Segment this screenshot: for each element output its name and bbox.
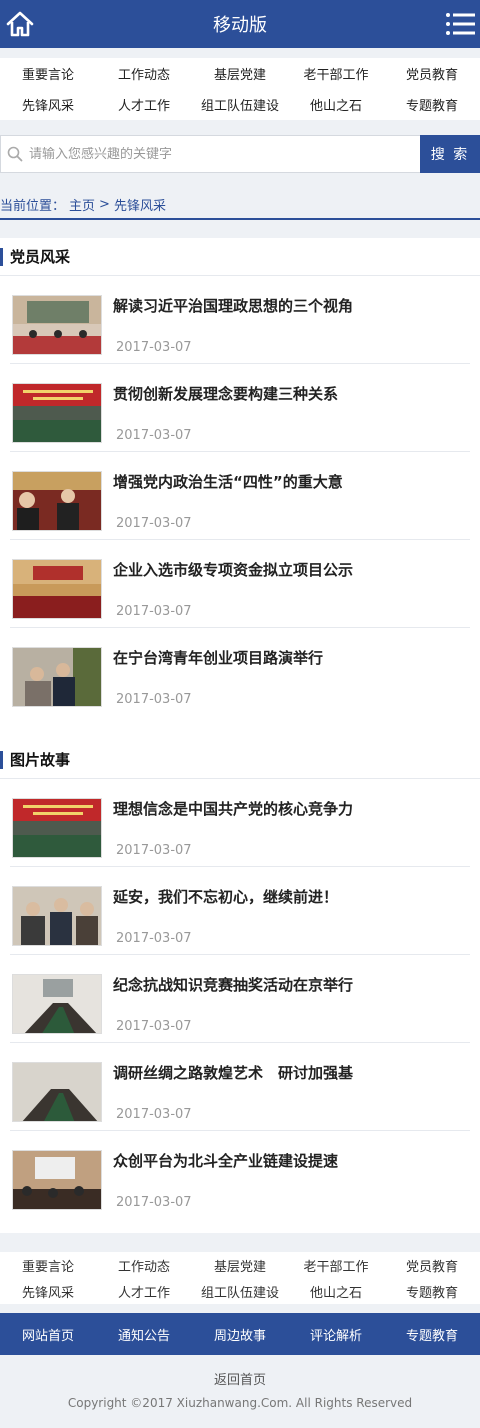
nav-item[interactable]: 党员教育 (384, 1252, 480, 1278)
news-item[interactable]: 众创平台为北斗全产业链建设提速 2017-03-07 (10, 1131, 470, 1219)
category-nav: 重要言论 工作动态 基层党建 老干部工作 党员教育 先锋风采 人才工作 组工队伍… (0, 58, 480, 120)
breadcrumb-current[interactable]: 先锋风采 (114, 195, 166, 214)
news-title[interactable]: 众创平台为北斗全产业链建设提速 (113, 1150, 468, 1171)
news-date: 2017-03-07 (116, 931, 192, 946)
home-icon (6, 11, 34, 37)
home-button[interactable] (0, 0, 40, 48)
news-thumbnail (12, 798, 102, 858)
news-date: 2017-03-07 (116, 428, 192, 443)
nav-item[interactable]: 重要言论 (0, 1252, 96, 1278)
news-item[interactable]: 企业入选市级专项资金拟立项目公示 2017-03-07 (10, 540, 470, 628)
bottom-category-nav: 重要言论 工作动态 基层党建 老干部工作 党员教育 先锋风采 人才工作 组工队伍… (0, 1252, 480, 1304)
breadcrumb-separator: > (99, 196, 110, 212)
search-box (0, 135, 420, 173)
news-thumbnail (12, 295, 102, 355)
nav-item[interactable]: 老干部工作 (288, 1252, 384, 1278)
nav-item[interactable]: 基层党建 (192, 1252, 288, 1278)
nav-item[interactable]: 人才工作 (96, 1278, 192, 1304)
footer-link[interactable]: 通知公告 (96, 1313, 192, 1355)
nav-item[interactable]: 老干部工作 (288, 58, 384, 89)
nav-item[interactable]: 工作动态 (96, 1252, 192, 1278)
breadcrumb-label: 当前位置： (0, 198, 66, 214)
news-date: 2017-03-07 (116, 604, 192, 619)
search-input[interactable] (29, 146, 389, 162)
news-item[interactable]: 延安，我们不忘初心，继续前进！ 2017-03-07 (10, 867, 470, 955)
news-item[interactable]: 纪念抗战知识竞赛抽奖活动在京举行 2017-03-07 (10, 955, 470, 1043)
menu-button[interactable] (440, 0, 480, 48)
news-date: 2017-03-07 (116, 692, 192, 707)
news-item[interactable]: 贯彻创新发展理念要构建三种关系 2017-03-07 (10, 364, 470, 452)
news-item[interactable]: 增强党内政治生活“四性”的重大意 2017-03-07 (10, 452, 470, 540)
nav-item[interactable]: 重要言论 (0, 58, 96, 89)
page-title: 移动版 (213, 15, 267, 36)
news-date: 2017-03-07 (116, 516, 192, 531)
footer-link[interactable]: 周边故事 (192, 1313, 288, 1355)
news-item[interactable]: 调研丝绸之路敦煌艺术 研讨加强基 2017-03-07 (10, 1043, 470, 1131)
search-button[interactable]: 搜 索 (420, 135, 480, 173)
news-title[interactable]: 增强党内政治生活“四性”的重大意 (113, 471, 468, 492)
news-date: 2017-03-07 (116, 340, 192, 355)
news-thumbnail (12, 559, 102, 619)
footer-nav: 网站首页 通知公告 周边故事 评论解析 专题教育 (0, 1313, 480, 1355)
news-thumbnail (12, 471, 102, 531)
breadcrumb: 当前位置： 主页 > 先锋风采 (0, 190, 480, 220)
nav-item[interactable]: 工作动态 (96, 58, 192, 89)
back-home-link[interactable]: 返回首页 (0, 1369, 480, 1388)
section-photo-stories: 图片故事 理想信念是中国共产党的核心竞争力 2017-03-07 延安，我们不忘… (0, 741, 480, 1233)
nav-item[interactable]: 组工队伍建设 (192, 1278, 288, 1304)
nav-item[interactable]: 基层党建 (192, 58, 288, 89)
copyright-text: Copyright ©2017 Xiuzhanwang.Com. All Rig… (67, 1396, 413, 1410)
nav-item[interactable]: 组工队伍建设 (192, 89, 288, 120)
nav-item[interactable]: 党员教育 (384, 58, 480, 89)
menu-icon (446, 13, 475, 35)
news-thumbnail (12, 383, 102, 443)
news-thumbnail (12, 886, 102, 946)
news-title[interactable]: 企业入选市级专项资金拟立项目公示 (113, 559, 468, 580)
news-thumbnail (12, 1150, 102, 1210)
news-date: 2017-03-07 (116, 1019, 192, 1034)
nav-item[interactable]: 他山之石 (288, 1278, 384, 1304)
news-thumbnail (12, 1062, 102, 1122)
footer-link[interactable]: 网站首页 (0, 1313, 96, 1355)
header-bar: 移动版 (0, 0, 480, 48)
search-bar: 搜 索 (0, 135, 480, 173)
section-title: 党员风采 (0, 238, 480, 276)
nav-item[interactable]: 先锋风采 (0, 89, 96, 120)
section-title: 图片故事 (0, 741, 480, 779)
footer-link[interactable]: 评论解析 (288, 1313, 384, 1355)
breadcrumb-home[interactable]: 主页 (69, 195, 95, 214)
news-item[interactable]: 理想信念是中国共产党的核心竞争力 2017-03-07 (10, 779, 470, 867)
nav-item[interactable]: 专题教育 (384, 1278, 480, 1304)
news-thumbnail (12, 974, 102, 1034)
section-party-members: 党员风采 解读习近平治国理政思想的三个视角 2017-03-07 贯彻创新发展理… (0, 238, 480, 754)
news-title[interactable]: 调研丝绸之路敦煌艺术 研讨加强基 (113, 1062, 468, 1083)
search-icon (7, 146, 23, 162)
news-title[interactable]: 在宁台湾青年创业项目路演举行 (113, 647, 468, 668)
nav-item[interactable]: 专题教育 (384, 89, 480, 120)
nav-item[interactable]: 他山之石 (288, 89, 384, 120)
news-date: 2017-03-07 (116, 1195, 192, 1210)
nav-item[interactable]: 先锋风采 (0, 1278, 96, 1304)
news-title[interactable]: 纪念抗战知识竞赛抽奖活动在京举行 (113, 974, 468, 995)
news-item[interactable]: 解读习近平治国理政思想的三个视角 2017-03-07 (10, 276, 470, 364)
news-thumbnail (12, 647, 102, 707)
news-title[interactable]: 延安，我们不忘初心，继续前进！ (113, 886, 468, 907)
news-date: 2017-03-07 (116, 1107, 192, 1122)
news-title[interactable]: 理想信念是中国共产党的核心竞争力 (113, 798, 468, 819)
news-title[interactable]: 解读习近平治国理政思想的三个视角 (113, 295, 468, 316)
news-title[interactable]: 贯彻创新发展理念要构建三种关系 (113, 383, 468, 404)
nav-item[interactable]: 人才工作 (96, 89, 192, 120)
news-item[interactable]: 在宁台湾青年创业项目路演举行 2017-03-07 (10, 628, 470, 716)
footer-link[interactable]: 专题教育 (384, 1313, 480, 1355)
news-date: 2017-03-07 (116, 843, 192, 858)
